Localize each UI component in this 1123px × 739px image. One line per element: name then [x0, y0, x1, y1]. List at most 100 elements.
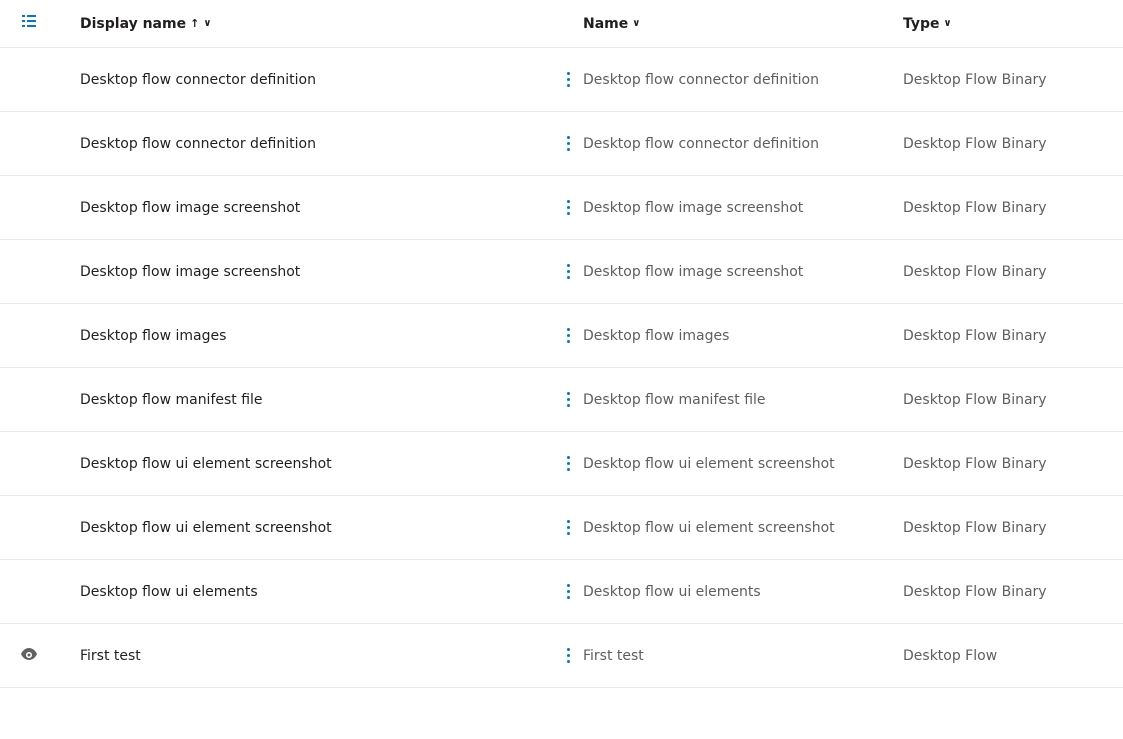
dot2 — [567, 78, 570, 81]
more-options-button[interactable] — [561, 516, 576, 539]
dot1 — [567, 520, 570, 523]
dot1 — [567, 200, 570, 203]
dot2 — [567, 590, 570, 593]
row-actions-button[interactable] — [553, 516, 583, 539]
row-actions-button[interactable] — [553, 196, 583, 219]
dot1 — [567, 392, 570, 395]
table-row[interactable]: Desktop flow image screenshot Desktop fl… — [0, 176, 1123, 240]
row-type: Desktop Flow Binary — [903, 520, 1103, 536]
row-name: Desktop flow image screenshot — [583, 200, 903, 216]
row-type: Desktop Flow Binary — [903, 264, 1103, 280]
more-options-button[interactable] — [561, 452, 576, 475]
dot2 — [567, 526, 570, 529]
dot3 — [567, 276, 570, 279]
more-options-button[interactable] — [561, 68, 576, 91]
header-display-name[interactable]: Display name ↑ ∨ — [80, 16, 553, 32]
row-display-name: Desktop flow manifest file — [80, 392, 553, 408]
table-row[interactable]: Desktop flow ui element screenshot Deskt… — [0, 496, 1123, 560]
dot3 — [567, 404, 570, 407]
row-type: Desktop Flow — [903, 648, 1103, 664]
more-options-button[interactable] — [561, 644, 576, 667]
more-options-button[interactable] — [561, 324, 576, 347]
dot1 — [567, 648, 570, 651]
table-row[interactable]: Desktop flow manifest file Desktop flow … — [0, 368, 1123, 432]
table-row[interactable]: Desktop flow connector definition Deskto… — [0, 112, 1123, 176]
row-type: Desktop Flow Binary — [903, 392, 1103, 408]
row-type: Desktop Flow Binary — [903, 72, 1103, 88]
dot3 — [567, 212, 570, 215]
name-sort-chevron[interactable]: ∨ — [632, 18, 640, 29]
row-display-name: Desktop flow image screenshot — [80, 264, 553, 280]
dot1 — [567, 456, 570, 459]
row-name: Desktop flow ui element screenshot — [583, 520, 903, 536]
dot2 — [567, 206, 570, 209]
row-name: Desktop flow image screenshot — [583, 264, 903, 280]
dot2 — [567, 462, 570, 465]
row-actions-button[interactable] — [553, 132, 583, 155]
row-actions-button[interactable] — [553, 644, 583, 667]
row-type: Desktop Flow Binary — [903, 136, 1103, 152]
header-icon-col — [20, 12, 80, 35]
dot3 — [567, 340, 570, 343]
table-row[interactable]: First test First testDesktop Flow — [0, 624, 1123, 688]
dot1 — [567, 264, 570, 267]
row-icon-col — [20, 647, 80, 665]
type-label: Type — [903, 16, 940, 32]
row-type: Desktop Flow Binary — [903, 584, 1103, 600]
dot1 — [567, 328, 570, 331]
table-row[interactable]: Desktop flow image screenshot Desktop fl… — [0, 240, 1123, 304]
more-options-button[interactable] — [561, 388, 576, 411]
row-actions-button[interactable] — [553, 260, 583, 283]
table-row[interactable]: Desktop flow connector definition Deskto… — [0, 48, 1123, 112]
table-row[interactable]: Desktop flow ui element screenshot Deskt… — [0, 432, 1123, 496]
row-display-name: Desktop flow images — [80, 328, 553, 344]
sort-asc-icon: ↑ — [190, 17, 199, 30]
more-options-button[interactable] — [561, 132, 576, 155]
table-row[interactable]: Desktop flow ui elements Desktop flow ui… — [0, 560, 1123, 624]
row-name: Desktop flow ui element screenshot — [583, 456, 903, 472]
display-name-label: Display name — [80, 16, 186, 32]
dot3 — [567, 468, 570, 471]
more-options-button[interactable] — [561, 260, 576, 283]
dot3 — [567, 532, 570, 535]
dot2 — [567, 142, 570, 145]
name-label: Name — [583, 16, 628, 32]
dot3 — [567, 148, 570, 151]
table-header: Display name ↑ ∨ Name ∨ Type ∨ — [0, 0, 1123, 48]
row-display-name: Desktop flow ui element screenshot — [80, 520, 553, 536]
row-actions-button[interactable] — [553, 452, 583, 475]
dot2 — [567, 398, 570, 401]
dot2 — [567, 270, 570, 273]
rows-container: Desktop flow connector definition Deskto… — [0, 48, 1123, 688]
row-type: Desktop Flow Binary — [903, 456, 1103, 472]
table-row[interactable]: Desktop flow images Desktop flow imagesD… — [0, 304, 1123, 368]
display-name-sort-chevron[interactable]: ∨ — [203, 18, 211, 29]
row-actions-button[interactable] — [553, 68, 583, 91]
row-name: Desktop flow images — [583, 328, 903, 344]
row-name: First test — [583, 648, 903, 664]
header-type[interactable]: Type ∨ — [903, 16, 1103, 32]
header-name[interactable]: Name ∨ — [583, 16, 903, 32]
row-name: Desktop flow manifest file — [583, 392, 903, 408]
row-actions-button[interactable] — [553, 324, 583, 347]
row-display-name: First test — [80, 648, 553, 664]
dot1 — [567, 136, 570, 139]
row-display-name: Desktop flow image screenshot — [80, 200, 553, 216]
more-options-button[interactable] — [561, 196, 576, 219]
dot2 — [567, 654, 570, 657]
type-sort-chevron[interactable]: ∨ — [944, 18, 952, 29]
row-display-name: Desktop flow ui elements — [80, 584, 553, 600]
row-name: Desktop flow connector definition — [583, 72, 903, 88]
dot3 — [567, 660, 570, 663]
dot3 — [567, 84, 570, 87]
more-options-button[interactable] — [561, 580, 576, 603]
row-type: Desktop Flow Binary — [903, 328, 1103, 344]
row-display-name: Desktop flow connector definition — [80, 72, 553, 88]
list-view-icon[interactable] — [20, 14, 38, 35]
dot1 — [567, 584, 570, 587]
row-actions-button[interactable] — [553, 580, 583, 603]
row-name: Desktop flow ui elements — [583, 584, 903, 600]
row-display-name: Desktop flow connector definition — [80, 136, 553, 152]
row-actions-button[interactable] — [553, 388, 583, 411]
dot3 — [567, 596, 570, 599]
